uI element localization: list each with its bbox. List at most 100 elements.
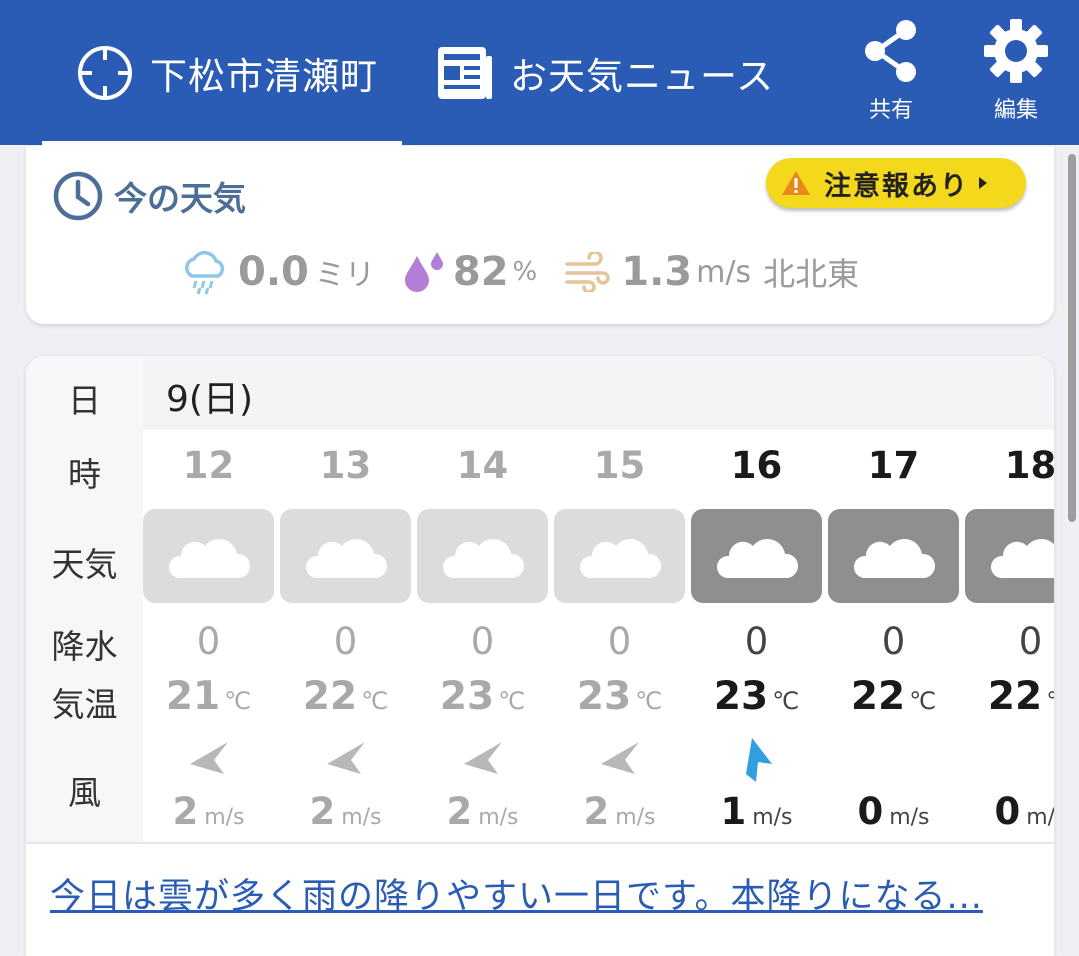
news-tab[interactable]: お天気ニュース (436, 0, 774, 145)
wind-unit: m/s (752, 805, 793, 830)
wind-unit: m/s (478, 805, 519, 830)
temp-unit: ℃ (772, 687, 800, 715)
hour-column: 17 0 22 ℃ 0 m/s (825, 356, 962, 842)
divider (26, 842, 1054, 844)
wind-cell: 2 m/s (414, 790, 551, 833)
wind-arrow (321, 734, 369, 782)
hour-label: 17 (867, 444, 920, 487)
wind-unit: m/s (204, 805, 245, 830)
temp-value: 23 (713, 674, 769, 719)
weather-cell (143, 509, 274, 603)
current-weather-title: 今の天気 (114, 179, 246, 218)
cloud-icon (716, 538, 798, 578)
humidity-unit: % (512, 257, 538, 287)
wind-arrow (732, 734, 780, 782)
wind-cell: 2 m/s (277, 790, 414, 833)
hour-column: 18022℃0m/s (962, 356, 1054, 842)
precip-value: 0.0 (238, 249, 309, 295)
share-button[interactable]: 共有 (851, 18, 931, 124)
wind-arrow-icon (601, 742, 639, 774)
temp-unit: ℃ (224, 687, 252, 715)
wind-arrow-icon (746, 738, 772, 782)
wind-cell: 1 m/s (688, 790, 825, 833)
cloud-icon (990, 539, 1054, 578)
wind-unit: m/s (341, 805, 382, 830)
precip-cell: 0 (1018, 620, 1043, 663)
temp-value: 22 (987, 674, 1043, 719)
temp-unit: ℃ (909, 687, 937, 715)
cloud-icon (305, 538, 387, 578)
wind-value: 2 (446, 790, 473, 833)
hour-label: 15 (593, 444, 646, 487)
hour-column: 14 0 23 ℃ 2 m/s (414, 356, 551, 842)
hour-column: 16 0 23 ℃ 1 m/s (688, 356, 825, 842)
precip-cell: 0 (333, 620, 358, 663)
wind-value: 1 (720, 790, 747, 833)
temp-cell: 22℃ (277, 674, 414, 719)
temp-value: 22 (302, 674, 358, 719)
scrollbar[interactable] (1068, 154, 1076, 522)
weather-cell (828, 509, 959, 603)
share-icon (865, 20, 916, 82)
temp-value: 21 (165, 674, 221, 719)
wind-direction: 北北東 (763, 255, 860, 293)
weather-cell (691, 509, 822, 603)
hour-column: 12 0 21 ℃ 2 m/s (140, 356, 277, 842)
gear-icon (984, 19, 1048, 83)
temp-cell: 22℃ (962, 674, 1054, 719)
temp-cell: 22℃ (825, 674, 962, 719)
hourly-forecast-card: 日 時 天気 降水 気温 風 9(日) 12 0 21 ℃ 2 m/s 13 0 22 ℃ 2 m/s… (26, 356, 1054, 956)
wind-arrow (184, 734, 232, 782)
hour-label: 18 (1004, 444, 1054, 487)
hour-label: 14 (456, 444, 509, 487)
warning-badge-label: 注意報あり (824, 170, 969, 202)
edit-button[interactable]: 編集 (976, 18, 1056, 124)
crosshair-icon (78, 45, 132, 100)
weather-cell (965, 509, 1054, 603)
wind-value: 2 (309, 790, 336, 833)
triangle-right-icon (979, 177, 987, 189)
row-label-precip: 降水 (51, 627, 118, 666)
wind-unit: m/s (889, 805, 930, 830)
wind-arrow-icon (190, 742, 228, 774)
cloud-icon (853, 538, 935, 578)
hour-label: 12 (182, 444, 235, 487)
wind-unit: m/s (1026, 805, 1054, 830)
newspaper-icon (438, 46, 492, 99)
hour-column: 15 0 23 ℃ 2 m/s (551, 356, 688, 842)
temp-unit: ℃ (635, 687, 663, 715)
hour-column: 13 0 22 ℃ 2 m/s (277, 356, 414, 842)
temp-value: 22 (850, 674, 906, 719)
wind-cell: 2 m/s (551, 790, 688, 833)
location-tab[interactable]: 下松市清瀬町 (76, 0, 378, 145)
cloud-icon (168, 538, 250, 578)
humidity-drop-icon (404, 252, 443, 292)
temp-cell: 23 ℃ (551, 674, 688, 719)
precip-unit: ミリ (314, 258, 375, 293)
temp-unit: ℃ (361, 687, 389, 715)
weather-cell (280, 509, 411, 603)
temp-cell: 23 ℃ (688, 674, 825, 719)
precip-cell: 0 (607, 620, 632, 663)
hour-label: 16 (730, 444, 783, 487)
wind-cell: 0m/s (825, 790, 962, 833)
row-label-hour: 時 (68, 455, 101, 494)
warning-badge-button[interactable]: 注意報あり (766, 158, 1026, 208)
hour-label: 13 (319, 444, 372, 487)
wind-arrow-icon (464, 742, 502, 774)
temp-cell: 21 ℃ (140, 674, 277, 719)
temp-unit: ℃ (1046, 687, 1054, 715)
precip-cell: 0 (470, 620, 495, 663)
precip-cell: 0 (881, 620, 906, 663)
current-stats-row: 0.0 ミリ 82 % 1.3 m/s 北北東 (180, 242, 859, 302)
temp-value: 23 (439, 674, 495, 719)
forecast-summary-link[interactable]: 今日は雲が多く雨の降りやすい一日です。本降りになる... (50, 868, 983, 919)
wind-unit: m/s (615, 805, 656, 830)
location-name: 下松市清瀬町 (150, 54, 378, 98)
weather-cell (417, 509, 548, 603)
row-label-temp: 気温 (51, 685, 118, 724)
weather-cell (554, 509, 685, 603)
row-labels-column: 日 時 天気 降水 気温 風 (26, 356, 143, 842)
wind-speed-unit: m/s (696, 254, 752, 290)
current-weather-card: 今の天気 注意報あり 0.0 ミリ 82 % 1.3 m/s 北北東 (26, 146, 1054, 324)
